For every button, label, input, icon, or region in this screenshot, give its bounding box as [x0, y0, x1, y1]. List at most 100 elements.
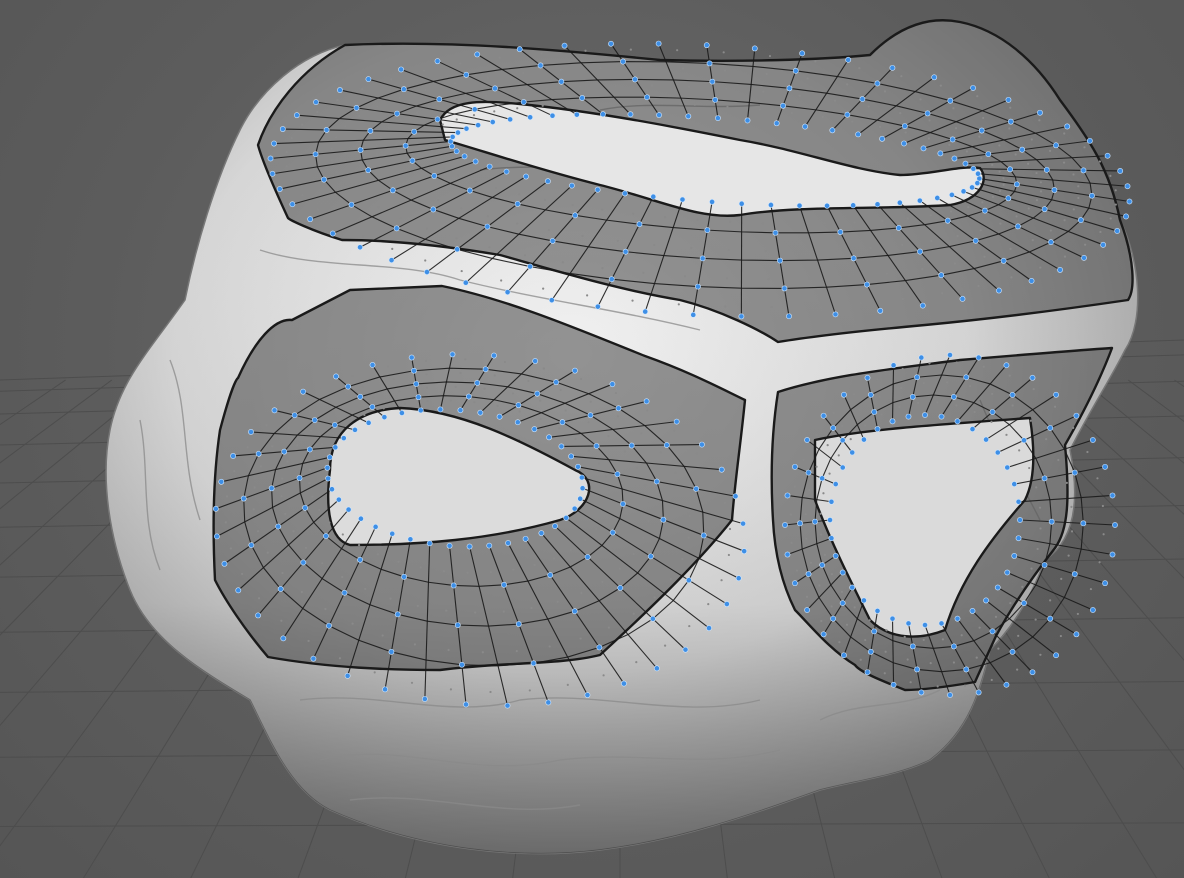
vertex[interactable]: [415, 394, 422, 401]
vertex[interactable]: [922, 412, 928, 418]
vertex[interactable]: [738, 200, 745, 207]
vertex[interactable]: [1043, 166, 1050, 173]
vertex[interactable]: [353, 104, 360, 111]
vertex[interactable]: [983, 436, 989, 443]
vertex[interactable]: [1114, 228, 1121, 234]
vertex[interactable]: [1071, 469, 1078, 476]
vertex[interactable]: [1041, 475, 1048, 482]
vertex[interactable]: [632, 76, 638, 83]
vertex[interactable]: [615, 405, 622, 412]
vertex[interactable]: [1011, 481, 1018, 487]
vertex[interactable]: [1004, 464, 1011, 471]
vertex[interactable]: [963, 374, 970, 381]
vertex[interactable]: [431, 172, 438, 179]
vertex[interactable]: [735, 575, 742, 582]
vertex[interactable]: [522, 535, 529, 542]
vertex[interactable]: [596, 644, 603, 651]
vertex[interactable]: [699, 441, 705, 448]
vertex[interactable]: [1017, 517, 1023, 523]
vertex[interactable]: [620, 501, 626, 507]
vertex[interactable]: [890, 681, 897, 688]
vertex[interactable]: [1005, 195, 1012, 202]
vertex[interactable]: [1004, 569, 1011, 576]
vertex[interactable]: [449, 351, 456, 358]
vertex[interactable]: [1102, 463, 1108, 470]
vertex[interactable]: [699, 255, 706, 262]
vertex[interactable]: [909, 643, 916, 650]
vertex[interactable]: [489, 119, 496, 125]
vertex[interactable]: [323, 127, 330, 133]
vertex[interactable]: [804, 607, 811, 613]
vertex[interactable]: [948, 191, 955, 198]
vertex[interactable]: [434, 116, 441, 123]
vertex[interactable]: [963, 666, 970, 673]
vertex[interactable]: [515, 402, 522, 409]
vertex[interactable]: [889, 615, 896, 622]
vertex[interactable]: [924, 110, 931, 117]
vertex[interactable]: [780, 102, 786, 109]
vertex[interactable]: [381, 414, 388, 421]
vertex[interactable]: [326, 622, 332, 629]
vertex[interactable]: [587, 412, 594, 419]
vertex[interactable]: [1028, 277, 1035, 284]
vertex[interactable]: [484, 223, 491, 230]
vertex[interactable]: [434, 58, 441, 65]
vertex[interactable]: [255, 612, 261, 619]
vertex[interactable]: [949, 136, 956, 143]
vertex[interactable]: [938, 620, 945, 627]
vertex[interactable]: [947, 352, 953, 358]
vertex[interactable]: [830, 425, 837, 431]
vertex[interactable]: [861, 597, 867, 604]
vertex[interactable]: [954, 418, 961, 425]
vertex[interactable]: [608, 40, 614, 47]
vertex[interactable]: [393, 225, 400, 232]
vertex[interactable]: [950, 643, 957, 650]
vertex[interactable]: [463, 125, 470, 132]
vertex[interactable]: [827, 517, 833, 523]
vertex[interactable]: [1003, 362, 1010, 369]
vertex[interactable]: [1019, 146, 1026, 153]
vertex[interactable]: [805, 571, 812, 577]
vertex[interactable]: [709, 78, 716, 85]
vertex[interactable]: [871, 628, 878, 635]
vertex[interactable]: [426, 540, 433, 547]
vertex[interactable]: [656, 112, 662, 118]
vertex[interactable]: [695, 283, 701, 290]
vertex[interactable]: [1021, 437, 1027, 444]
vertex[interactable]: [712, 96, 719, 103]
vertex[interactable]: [471, 106, 478, 113]
vertex[interactable]: [369, 404, 376, 410]
vertex[interactable]: [568, 182, 575, 189]
vertex[interactable]: [546, 434, 552, 441]
vertex[interactable]: [614, 471, 621, 478]
vertex[interactable]: [660, 516, 667, 523]
vertex[interactable]: [311, 417, 318, 424]
vertex[interactable]: [572, 212, 579, 219]
vertex[interactable]: [819, 475, 826, 482]
vertex[interactable]: [516, 46, 523, 53]
vertex[interactable]: [972, 237, 979, 244]
vertex[interactable]: [474, 51, 481, 58]
vertex[interactable]: [532, 358, 539, 364]
vertex[interactable]: [850, 255, 857, 262]
vertex[interactable]: [240, 495, 247, 502]
vertex[interactable]: [408, 354, 415, 361]
vertex[interactable]: [1051, 187, 1058, 193]
vertex[interactable]: [293, 112, 300, 119]
vertex[interactable]: [673, 418, 680, 425]
vertex[interactable]: [620, 58, 626, 65]
vertex[interactable]: [507, 116, 514, 123]
vertex[interactable]: [983, 597, 989, 604]
vertex[interactable]: [841, 652, 847, 659]
vertex[interactable]: [462, 279, 469, 286]
vertex[interactable]: [594, 186, 601, 193]
vertex[interactable]: [644, 94, 650, 101]
vertex[interactable]: [527, 263, 534, 270]
vertex[interactable]: [578, 474, 585, 481]
vertex[interactable]: [914, 666, 920, 673]
vertex[interactable]: [609, 381, 616, 388]
vertex[interactable]: [1029, 374, 1036, 381]
vertex[interactable]: [530, 660, 537, 667]
vertex[interactable]: [849, 584, 856, 591]
vertex[interactable]: [799, 50, 806, 57]
